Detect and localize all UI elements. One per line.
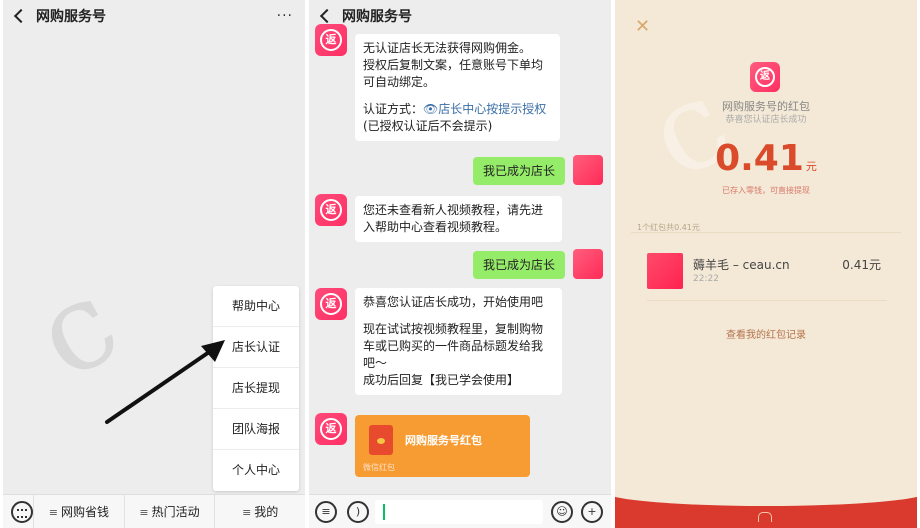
bot-avatar[interactable]: 返 [315,413,347,445]
message-line: 您还未查看新人视频教程，请先进 [363,203,544,217]
my-avatar[interactable] [573,155,603,185]
menu-toggle-icon[interactable]: ≡ [315,501,337,523]
watermark: c [624,52,753,207]
recipient-name: 薅羊毛 – ceau.cn [693,258,790,272]
greeting-text: 恭喜您认证店长成功 [725,115,807,125]
message-line: 吧～ [363,356,388,370]
message-input[interactable] [375,500,543,524]
emoji-icon[interactable]: ☺ [551,501,573,523]
top-bar: 网购服务号 [309,0,611,32]
menu-lines-icon: ≡ [139,505,149,519]
message-line: 车或已购买的一件商品标题发给我 [363,339,544,353]
close-icon[interactable]: ✕ [635,16,650,37]
back-arrow-icon[interactable] [13,8,29,24]
logo-icon: 返 [320,199,342,221]
red-packet-detail-panel: ✕ c 返 网购服务号的红包 恭喜您认证店长成功 0.41 元 已存入零钱，可直接… [615,0,917,528]
red-packet-message[interactable]: 网购服务号红包 微信红包 [355,415,530,477]
submenu-item-profile[interactable]: 个人中心 [213,450,299,491]
chat-title: 网购服务号 [36,9,106,25]
amount-display: 0.41 元 [615,138,917,179]
input-bar: ≡ ) ☺ + [309,494,611,528]
view-records-link[interactable]: 查看我的红包记录 [615,326,917,341]
my-message-bubble: 我已成为店长 [472,157,565,185]
message-line: 无认证店长无法获得网购佣金。 [363,41,532,55]
recipient-amount: 0.41元 [842,258,881,272]
submenu-item-help[interactable]: 帮助中心 [213,286,299,327]
menu-lines-icon: ≡ [48,505,58,519]
cloud-icon [758,512,772,522]
bot-avatar[interactable]: 返 [315,288,347,320]
text-caret [383,504,385,520]
amount-value: 0.41 [715,138,804,179]
logo-icon: 返 [320,293,342,315]
stored-notice[interactable]: 已存入零钱，可直接提现 [615,185,917,196]
chat-menu-panel: 网购服务号 ··· c 帮助中心 店长认证 店长提现 团队海报 个人中心 ≡ 网购… [3,0,305,528]
message-bubble: 无认证店长无法获得网购佣金。 授权后复制文案，任意账号下单均 可自动绑定。 认证… [355,34,560,141]
footer-band [615,478,917,528]
message-line: 入帮助中心查看视频教程。 [363,220,508,234]
message-line: 可自动绑定。 [363,75,436,89]
recipient-time: 22:22 [693,274,719,284]
sender-logo: 返 [750,62,780,92]
logo-icon: 返 [320,29,342,51]
menu-tab-label: 我的 [254,504,279,519]
bot-avatar[interactable]: 返 [315,194,347,226]
message-bubble: 恭喜您认证店长成功，开始使用吧 现在试试按视频教程里，复制购物 车或已购买的一件… [355,288,562,395]
message-bubble: 您还未查看新人视频教程，请先进 入帮助中心查看视频教程。 [355,196,562,242]
red-packet-title: 网购服务号红包 [405,434,482,447]
chat-title: 网购服务号 [342,9,412,25]
menu-tab-save[interactable]: ≡ 网购省钱 [33,494,124,528]
message-line: 现在试试按视频教程里，复制购物 [363,322,544,336]
menu-tab-mine[interactable]: ≡ 我的 [214,494,305,528]
message-line: 成功后回复【我已学会使用】 [363,373,520,387]
logo-icon: 返 [755,67,775,87]
bot-avatar[interactable]: 返 [315,24,347,56]
message-line: 授权后复制文案，任意账号下单均 [363,58,544,72]
more-icon[interactable]: ··· [277,8,293,24]
pointer-arrow-icon [105,340,225,424]
auth-link[interactable]: 👁店长中心按提示授权 [423,102,546,116]
keyboard-icon[interactable] [11,500,33,523]
menu-tab-label: 热门活动 [151,504,200,519]
top-bar: 网购服务号 ··· [3,0,305,32]
back-arrow-icon[interactable] [319,8,335,24]
my-avatar[interactable] [573,249,603,279]
plus-icon[interactable]: + [581,501,603,523]
red-envelope-icon [369,425,393,455]
divider [631,232,901,233]
amount-unit: 元 [805,160,817,173]
menu-tab-events[interactable]: ≡ 热门活动 [123,494,215,528]
chat-panel: 网购服务号 返 无认证店长无法获得网购佣金。 授权后复制文案，任意账号下单均 可… [309,0,611,528]
my-message-bubble: 我已成为店长 [472,251,565,279]
red-packet-subtitle: 微信红包 [363,463,395,472]
voice-icon[interactable]: ) [347,501,369,523]
message-line: 恭喜您认证店长成功，开始使用吧 [363,295,544,309]
screenshot-stage: 网购服务号 ··· c 帮助中心 店长认证 店长提现 团队海报 个人中心 ≡ 网购… [0,0,920,528]
menu-lines-icon: ≡ [242,505,252,519]
menu-bar: ≡ 网购省钱 ≡ 热门活动 ≡ 我的 [3,494,305,528]
message-line: 认证方式： [363,102,424,116]
menu-tab-label: 网购省钱 [60,504,109,519]
recipient-avatar [647,253,683,289]
message-line: (已授权认证后不会提示) [363,119,493,133]
divider [647,300,887,301]
logo-icon: 返 [320,418,342,440]
